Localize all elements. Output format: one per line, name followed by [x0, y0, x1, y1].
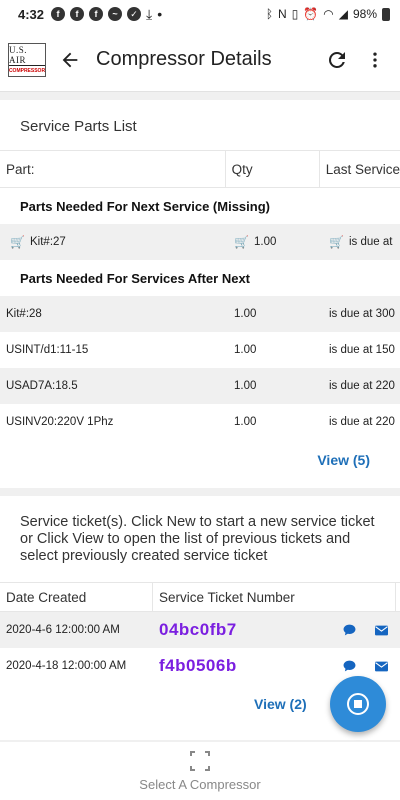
- status-bar: 4:32 f f f ~ ✓ ⤓ • ᛒ N ▯ ⏰ ◠ ◢ 98%: [0, 0, 400, 28]
- parts-table-header: Part: Qty Last Service: [0, 150, 400, 188]
- email-button[interactable]: [365, 625, 397, 636]
- table-row[interactable]: USAD7A:18.5 1.00 is due at 220: [0, 368, 400, 404]
- column-header-ticket-number: Service Ticket Number: [153, 583, 396, 611]
- messenger-icon: ~: [108, 7, 123, 21]
- scan-frame-icon: [190, 750, 210, 771]
- table-row[interactable]: USINV20:220V 1Phz 1.00 is due at 220: [0, 404, 400, 440]
- status-time: 4:32: [18, 6, 45, 22]
- ticket-number[interactable]: f4b0506b: [153, 656, 333, 676]
- email-button[interactable]: [365, 661, 397, 672]
- part-last-service: is due at 150: [329, 344, 395, 356]
- part-last-service: is due at 300: [329, 308, 395, 320]
- table-row[interactable]: 2020-4-18 12:00:00 AM f4b0506b: [0, 648, 400, 684]
- service-parts-title: Service Parts List: [20, 118, 137, 135]
- company-logo: U.S. AIR COMPRESSOR: [8, 42, 46, 77]
- envelope-icon: [374, 661, 388, 671]
- more-notifications-icon: •: [157, 6, 163, 22]
- stop-icon: [347, 693, 369, 715]
- missing-parts-heading: Parts Needed For Next Service (Missing): [20, 198, 270, 214]
- refresh-button[interactable]: [320, 43, 354, 77]
- facebook-icon: f: [51, 7, 66, 21]
- logo-text-top: U.S. AIR: [9, 45, 45, 66]
- vibrate-icon: ▯: [291, 7, 299, 21]
- part-name: Kit#:28: [6, 308, 42, 320]
- view-tickets-link[interactable]: View (2): [254, 696, 307, 712]
- page-title: Compressor Details: [96, 48, 272, 70]
- cart-icon: 🛒: [329, 235, 344, 249]
- overflow-menu-button[interactable]: [358, 43, 392, 77]
- part-last-service: is due at 220: [329, 380, 395, 392]
- facebook-icon: f: [70, 7, 85, 21]
- ticket-date: 2020-4-6 12:00:00 AM: [6, 624, 120, 636]
- arrow-left-icon: [62, 52, 78, 67]
- facebook-icon: f: [89, 7, 104, 21]
- part-qty: 1.00: [234, 308, 257, 320]
- alarm-icon: ⏰: [303, 7, 319, 21]
- column-header-qty: Qty: [226, 151, 320, 187]
- envelope-icon: [374, 625, 388, 635]
- service-parts-card: Service Parts List Part: Qty Last Servic…: [0, 100, 400, 488]
- part-name: Kit#:27: [30, 236, 66, 248]
- tickets-table-header: Date Created Service Ticket Number: [0, 582, 400, 612]
- column-header-last-service: Last Service: [325, 161, 400, 177]
- new-ticket-fab[interactable]: [330, 676, 386, 732]
- part-name: USAD7A:18.5: [6, 380, 78, 392]
- part-qty: 1.00: [234, 380, 257, 392]
- bottom-nav[interactable]: Select A Compressor: [0, 742, 400, 800]
- part-qty: 1.00: [254, 236, 277, 248]
- column-header-date-created: Date Created: [0, 583, 153, 611]
- part-last-service: is due at: [349, 236, 393, 248]
- battery-percent: 98%: [352, 7, 377, 21]
- service-tickets-description: Service ticket(s). Click New to start a …: [20, 514, 375, 564]
- table-row[interactable]: 2020-4-6 12:00:00 AM 04bc0fb7: [0, 612, 400, 648]
- more-vertical-icon: [373, 52, 377, 67]
- table-row[interactable]: USINT/d1:11-15 1.00 is due at 150: [0, 332, 400, 368]
- select-compressor-label: Select A Compressor: [139, 776, 261, 792]
- column-header-part: Part:: [0, 151, 226, 187]
- battery-icon: [382, 7, 390, 21]
- cart-icon: 🛒: [10, 235, 25, 249]
- logo-text-bottom: COMPRESSOR: [8, 68, 46, 74]
- comment-button[interactable]: [333, 624, 365, 636]
- nfc-icon: N: [278, 7, 287, 21]
- future-parts-heading: Parts Needed For Services After Next: [20, 270, 251, 286]
- part-last-service: is due at 220: [329, 416, 395, 428]
- part-name: USINV20:220V 1Phz: [6, 416, 114, 428]
- part-qty: 1.00: [234, 344, 257, 356]
- signal-icon: ◢: [338, 7, 348, 21]
- ticket-number[interactable]: 04bc0fb7: [153, 620, 333, 640]
- back-button[interactable]: [56, 46, 84, 74]
- app-bar: U.S. AIR COMPRESSOR Compressor Details: [0, 28, 400, 92]
- cart-icon: 🛒: [234, 235, 249, 249]
- ticket-date: 2020-4-18 12:00:00 AM: [6, 660, 127, 672]
- part-qty: 1.00: [234, 416, 257, 428]
- view-parts-link[interactable]: View (5): [0, 440, 400, 480]
- part-name: USINT/d1:11-15: [6, 344, 89, 356]
- table-row[interactable]: 🛒 Kit#:27 🛒 1.00 🛒 is due at: [0, 224, 400, 260]
- comment-icon: [343, 660, 355, 672]
- download-icon: ⤓: [146, 5, 153, 22]
- wifi-icon: ◠: [323, 7, 334, 21]
- table-row[interactable]: Kit#:28 1.00 is due at 300: [0, 296, 400, 332]
- comment-button[interactable]: [333, 660, 365, 672]
- comment-icon: [343, 624, 355, 636]
- vpn-icon: ✓: [127, 7, 142, 21]
- bluetooth-icon: ᛒ: [265, 7, 274, 21]
- refresh-icon: [329, 51, 345, 68]
